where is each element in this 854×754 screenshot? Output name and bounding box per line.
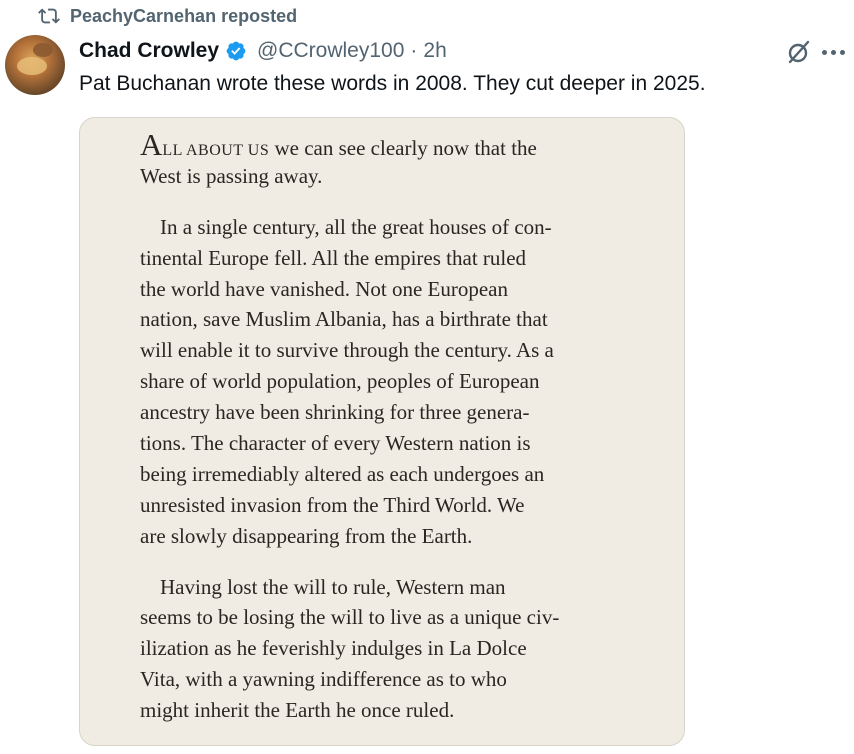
book-line: Vita, with a yawning indifference as to … [140,667,507,692]
more-icon[interactable] [822,47,848,57]
book-line: West is passing away. [140,163,323,188]
book-line: ancestry have been shrinking for three g… [140,400,530,425]
grok-icon[interactable] [786,39,812,65]
separator-dot: · [410,39,418,62]
book-line: unresisted invasion from the Third World… [140,492,525,517]
avatar-detail [33,43,53,57]
more-dot [822,49,827,55]
repost-label: PeachyCarnehan reposted [70,5,298,26]
book-line: nation, save Muslim Albania, has a birth… [140,307,548,332]
avatar[interactable] [5,35,65,95]
book-line: ilization as he feverishly indulges in L… [140,636,527,661]
repost-indicator[interactable]: PeachyCarnehan reposted [38,5,297,27]
timestamp[interactable]: 2h [423,39,446,63]
book-line: are slowly disappearing from the Earth. [140,523,473,548]
drop-cap: A [140,127,163,162]
book-line: ALL ABOUT US we can see clearly now that… [140,127,660,162]
book-line: being irremediably altered as each under… [140,461,545,486]
more-dot [840,49,845,55]
post-text: Pat Buchanan wrote these words in 2008. … [79,72,706,95]
book-line: share of world population, peoples of Eu… [140,369,540,394]
book-page-text: ALL ABOUT US we can see clearly now that… [140,127,660,726]
small-caps-text: LL ABOUT US [162,142,270,159]
book-line: will enable it to survive through the ce… [140,338,554,363]
book-line: In a single century, all the great house… [160,214,552,239]
book-line: seems to be losing the will to live as a… [140,605,560,630]
verified-badge-icon[interactable] [225,40,247,62]
book-line: tions. The character of every Western na… [140,431,531,456]
handle[interactable]: @CCrowley100 [257,39,404,63]
book-line-text: we can see clearly now that the [269,136,537,160]
more-dot [831,49,836,55]
book-line: tinental Europe fell. All the empires th… [140,245,527,270]
post-header: Chad Crowley @CCrowley100 · 2h [79,36,447,66]
avatar-detail [17,57,47,75]
book-line: the world have vanished. Not one Europea… [140,276,508,301]
book-line: Having lost the will to rule, Western ma… [160,574,506,599]
repost-icon [38,8,60,24]
book-line: might inherit the Earth he once ruled. [140,698,455,723]
display-name[interactable]: Chad Crowley [79,39,219,63]
post-image[interactable]: ALL ABOUT US we can see clearly now that… [79,117,685,746]
